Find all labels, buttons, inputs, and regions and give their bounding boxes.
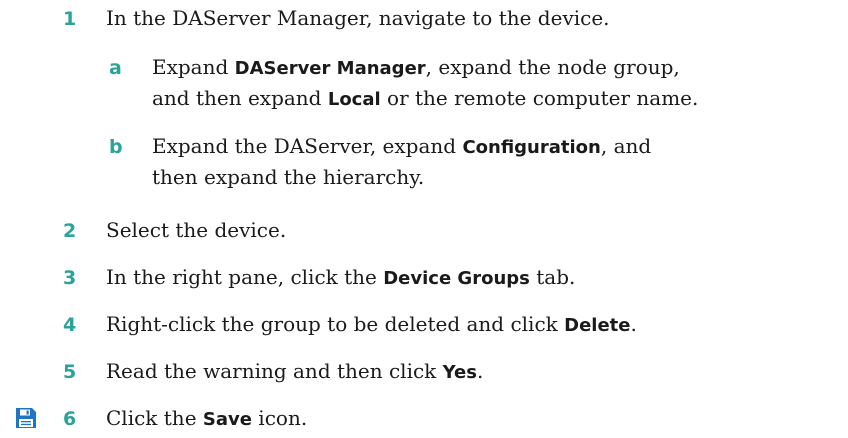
substep-letter: a: [109, 57, 122, 79]
step-text: In the DAServer Manager, navigate to the…: [106, 6, 610, 30]
step-number: 4: [63, 314, 77, 336]
substep-line-1: Expand DAServer Manager, expand the node…: [152, 55, 680, 79]
step-text: Click the Save icon.: [106, 406, 308, 430]
substep-letter: b: [109, 136, 123, 158]
substep-line-2: and then expand Local or the remote comp…: [152, 86, 699, 110]
step-text: In the right pane, click the Device Grou…: [106, 265, 576, 289]
substep-line-2: then expand the hierarchy.: [152, 165, 425, 189]
substep-line-1: Expand the DAServer, expand Configuratio…: [152, 134, 652, 158]
save-icon: [16, 408, 36, 428]
step-text: Read the warning and then click Yes.: [106, 359, 484, 383]
step-number: 6: [63, 408, 77, 430]
step-number: 3: [63, 267, 77, 289]
step-number: 1: [63, 8, 77, 30]
step-number: 2: [63, 220, 77, 242]
step-text: Select the device.: [106, 218, 287, 242]
procedure-document: 1 In the DAServer Manager, navigate to t…: [0, 0, 848, 438]
step-number: 5: [63, 361, 77, 383]
step-text: Right-click the group to be deleted and …: [106, 312, 637, 336]
